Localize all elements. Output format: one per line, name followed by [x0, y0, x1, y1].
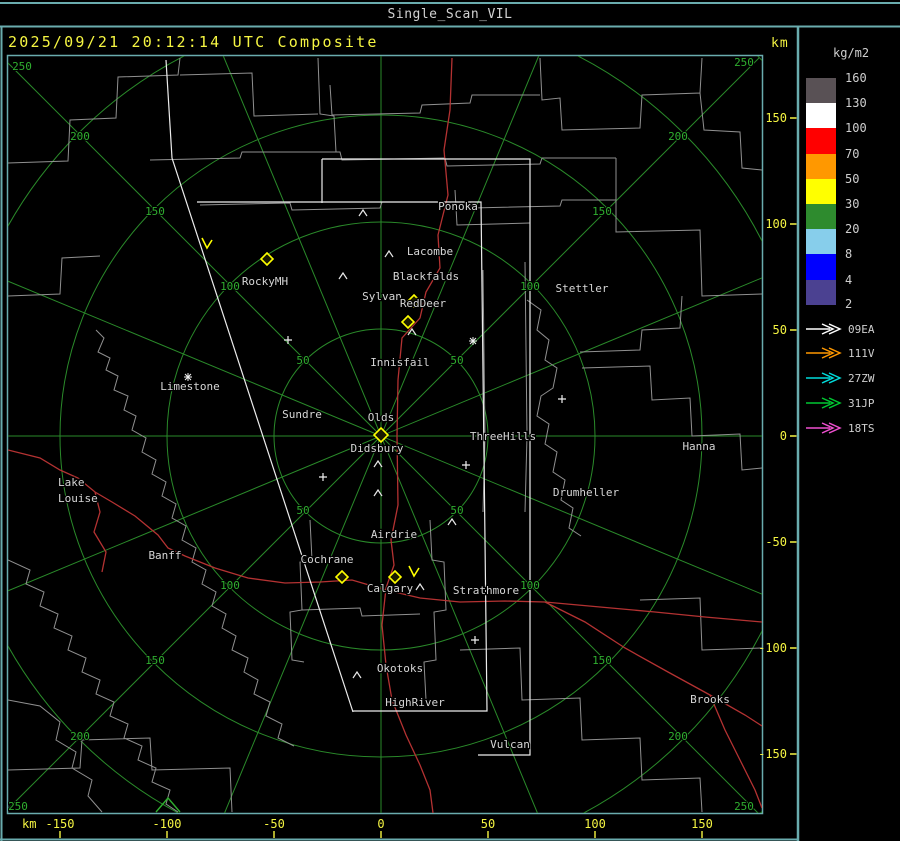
range-label: 150 [145, 654, 165, 667]
city-label: Banff [148, 549, 181, 562]
range-label: 100 [220, 579, 240, 592]
range-label: 100 [220, 280, 240, 293]
city-label: Olds [368, 411, 395, 424]
bottom-axis-unit: km [22, 817, 36, 831]
color-scale-unit: kg/m2 [833, 46, 869, 60]
city-label: Stettler [556, 282, 609, 295]
range-label: 150 [145, 205, 165, 218]
city-label: Lake [58, 476, 85, 489]
scale-box [806, 154, 836, 179]
range-label: 100 [520, 280, 540, 293]
range-label: 50 [450, 354, 463, 367]
scale-box [806, 103, 836, 128]
city-label: Didsbury [351, 442, 404, 455]
axis-tick-label: 150 [691, 817, 713, 831]
right-axis-unit: km [771, 36, 789, 51]
city-label: Cochrane [301, 553, 354, 566]
axis-tick-label: 150 [765, 111, 787, 125]
radar-id-label: 09EA [848, 323, 875, 336]
radar-viewer-window: Single_Scan_VIL 2025/09/21 20:12:14 UTC … [0, 0, 900, 841]
city-label: RockyMH [242, 275, 288, 288]
axis-tick-label: 100 [765, 217, 787, 231]
scale-value: 30 [845, 197, 859, 211]
axis-tick-label: -100 [758, 641, 787, 655]
range-label: 250 [734, 800, 754, 813]
city-label: Hanna [682, 440, 715, 453]
city-label: Vulcan [490, 738, 530, 751]
city-label: Brooks [690, 693, 730, 706]
range-label: 200 [70, 730, 90, 743]
range-label: 50 [296, 354, 309, 367]
range-label: 50 [450, 504, 463, 517]
city-label: Strathmore [453, 584, 519, 597]
scale-value: 2 [845, 297, 852, 311]
scale-value: 100 [845, 121, 867, 135]
axis-tick-label: -50 [765, 535, 787, 549]
scale-value: 8 [845, 247, 852, 261]
city-label: Innisfail [370, 356, 430, 369]
range-label: 250 [12, 60, 32, 73]
city-label: Calgary [367, 582, 414, 595]
scale-box [806, 179, 836, 204]
axis-tick-label: 50 [481, 817, 495, 831]
window-title: Single_Scan_VIL [388, 7, 513, 22]
radar-id-label: 31JP [848, 397, 875, 410]
radar-id-label: 111V [848, 347, 875, 360]
radar-id-label: 18TS [848, 422, 875, 435]
city-label: Okotoks [377, 662, 423, 675]
city-label: Louise [58, 492, 98, 505]
range-label: 150 [592, 654, 612, 667]
range-label: 150 [592, 205, 612, 218]
range-label: 200 [668, 730, 688, 743]
axis-tick-label: -150 [46, 817, 75, 831]
axis-tick-label: -150 [758, 747, 787, 761]
axis-tick-label: 0 [780, 429, 787, 443]
range-label: 250 [734, 56, 754, 69]
city-label: Sylvan [362, 290, 402, 303]
city-label: Blackfalds [393, 270, 459, 283]
axis-tick-label: 50 [773, 323, 787, 337]
scale-value: 4 [845, 273, 852, 287]
axis-tick-label: -100 [153, 817, 182, 831]
city-label: Sundre [282, 408, 322, 421]
city-label: Airdrie [371, 528, 417, 541]
range-label: 200 [668, 130, 688, 143]
axis-tick-label: 0 [377, 817, 384, 831]
city-label: Lacombe [407, 245, 453, 258]
scale-value: 130 [845, 96, 867, 110]
scale-value: 20 [845, 222, 859, 236]
range-label: 250 [8, 800, 28, 813]
scale-value: 70 [845, 147, 859, 161]
scale-box [806, 78, 836, 103]
scale-box [806, 254, 836, 280]
radar-id-label: 27ZW [848, 372, 875, 385]
city-label: ThreeHills [470, 430, 536, 443]
range-label: 200 [70, 130, 90, 143]
scale-box [806, 128, 836, 154]
city-label: Drumheller [553, 486, 620, 499]
radar-display: Single_Scan_VIL 2025/09/21 20:12:14 UTC … [0, 0, 900, 841]
axis-tick-label: 100 [584, 817, 606, 831]
city-label: Ponoka [438, 200, 478, 213]
scale-box [806, 280, 836, 305]
scale-value: 160 [845, 71, 867, 85]
scale-box [806, 229, 836, 254]
scale-value: 50 [845, 172, 859, 186]
city-label: Limestone [160, 380, 220, 393]
city-label: HighRiver [385, 696, 445, 709]
scale-box [806, 204, 836, 229]
axis-tick-label: -50 [263, 817, 285, 831]
city-label: RedDeer [400, 297, 447, 310]
range-label: 100 [520, 579, 540, 592]
range-label: 50 [296, 504, 309, 517]
timestamp-label: 2025/09/21 20:12:14 UTC Composite [8, 33, 379, 51]
